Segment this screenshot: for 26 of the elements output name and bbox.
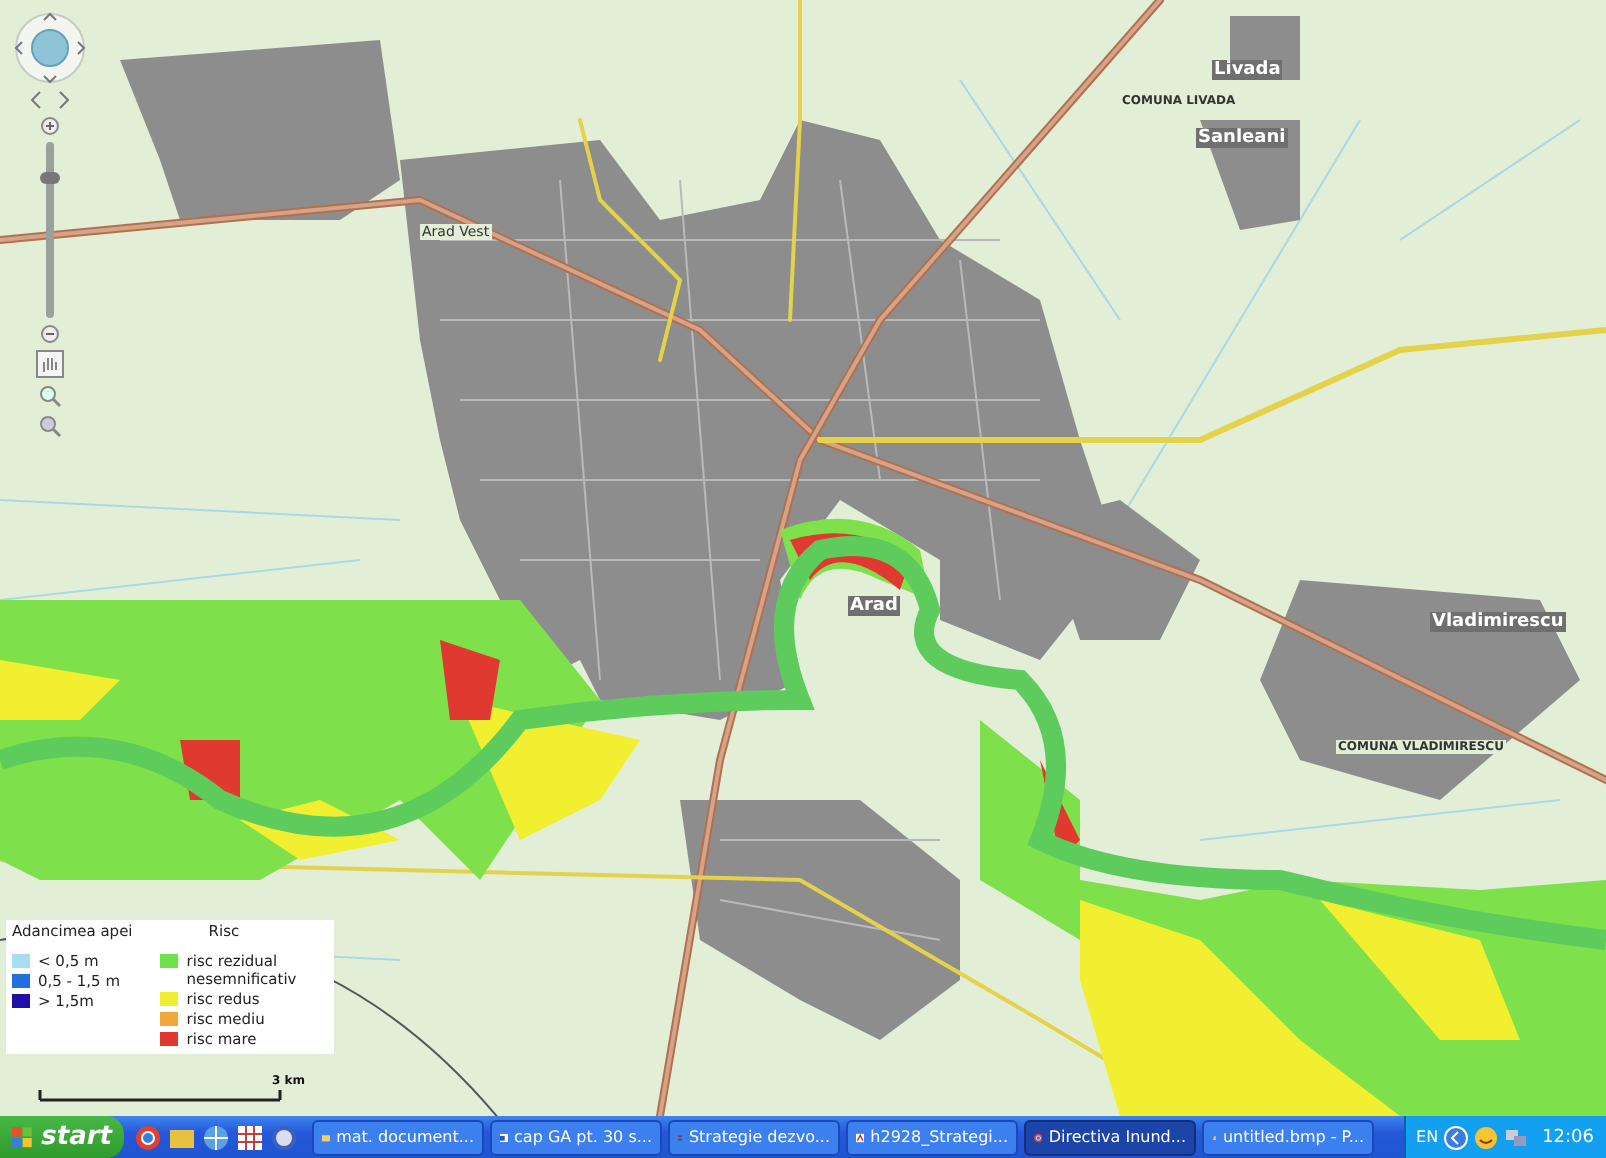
place-label: Arad bbox=[848, 596, 900, 616]
grid-icon[interactable] bbox=[236, 1123, 264, 1151]
magnifier-icon[interactable] bbox=[38, 414, 62, 438]
taskbar-button[interactable]: untitled.bmp - P... bbox=[1202, 1119, 1374, 1155]
language-indicator[interactable]: EN bbox=[1416, 1128, 1439, 1146]
magnifier-icon[interactable] bbox=[38, 384, 62, 408]
place-label: Sanleani bbox=[1196, 128, 1288, 148]
taskbar-button[interactable]: h2928_Strategi... bbox=[846, 1119, 1018, 1155]
globe-icon[interactable] bbox=[202, 1123, 230, 1151]
smiley-icon[interactable] bbox=[1474, 1125, 1499, 1149]
taskbar-button[interactable]: Strategie dezvo... bbox=[668, 1119, 840, 1155]
browser-icon[interactable] bbox=[134, 1123, 162, 1151]
taskbar-button[interactable]: Directiva Inund... bbox=[1024, 1119, 1196, 1155]
zoom-out-icon[interactable] bbox=[40, 324, 60, 344]
pan-control-icon[interactable] bbox=[14, 12, 86, 84]
zoom-slider[interactable] bbox=[46, 142, 54, 318]
place-label: Vladimirescu bbox=[1430, 612, 1566, 632]
history-arrows-icon[interactable] bbox=[28, 90, 72, 110]
chevron-icon[interactable] bbox=[1444, 1125, 1469, 1149]
clock: 12:06 bbox=[1542, 1127, 1594, 1147]
taskbar-button[interactable]: mat. document... bbox=[312, 1119, 484, 1155]
windows-logo-icon bbox=[12, 1123, 34, 1151]
taskbar-button[interactable]: cap GA pt. 30 s... bbox=[490, 1119, 662, 1155]
place-label: Livada bbox=[1212, 60, 1283, 80]
zoom-in-icon[interactable] bbox=[40, 116, 60, 136]
start-button[interactable]: start bbox=[0, 1116, 124, 1158]
